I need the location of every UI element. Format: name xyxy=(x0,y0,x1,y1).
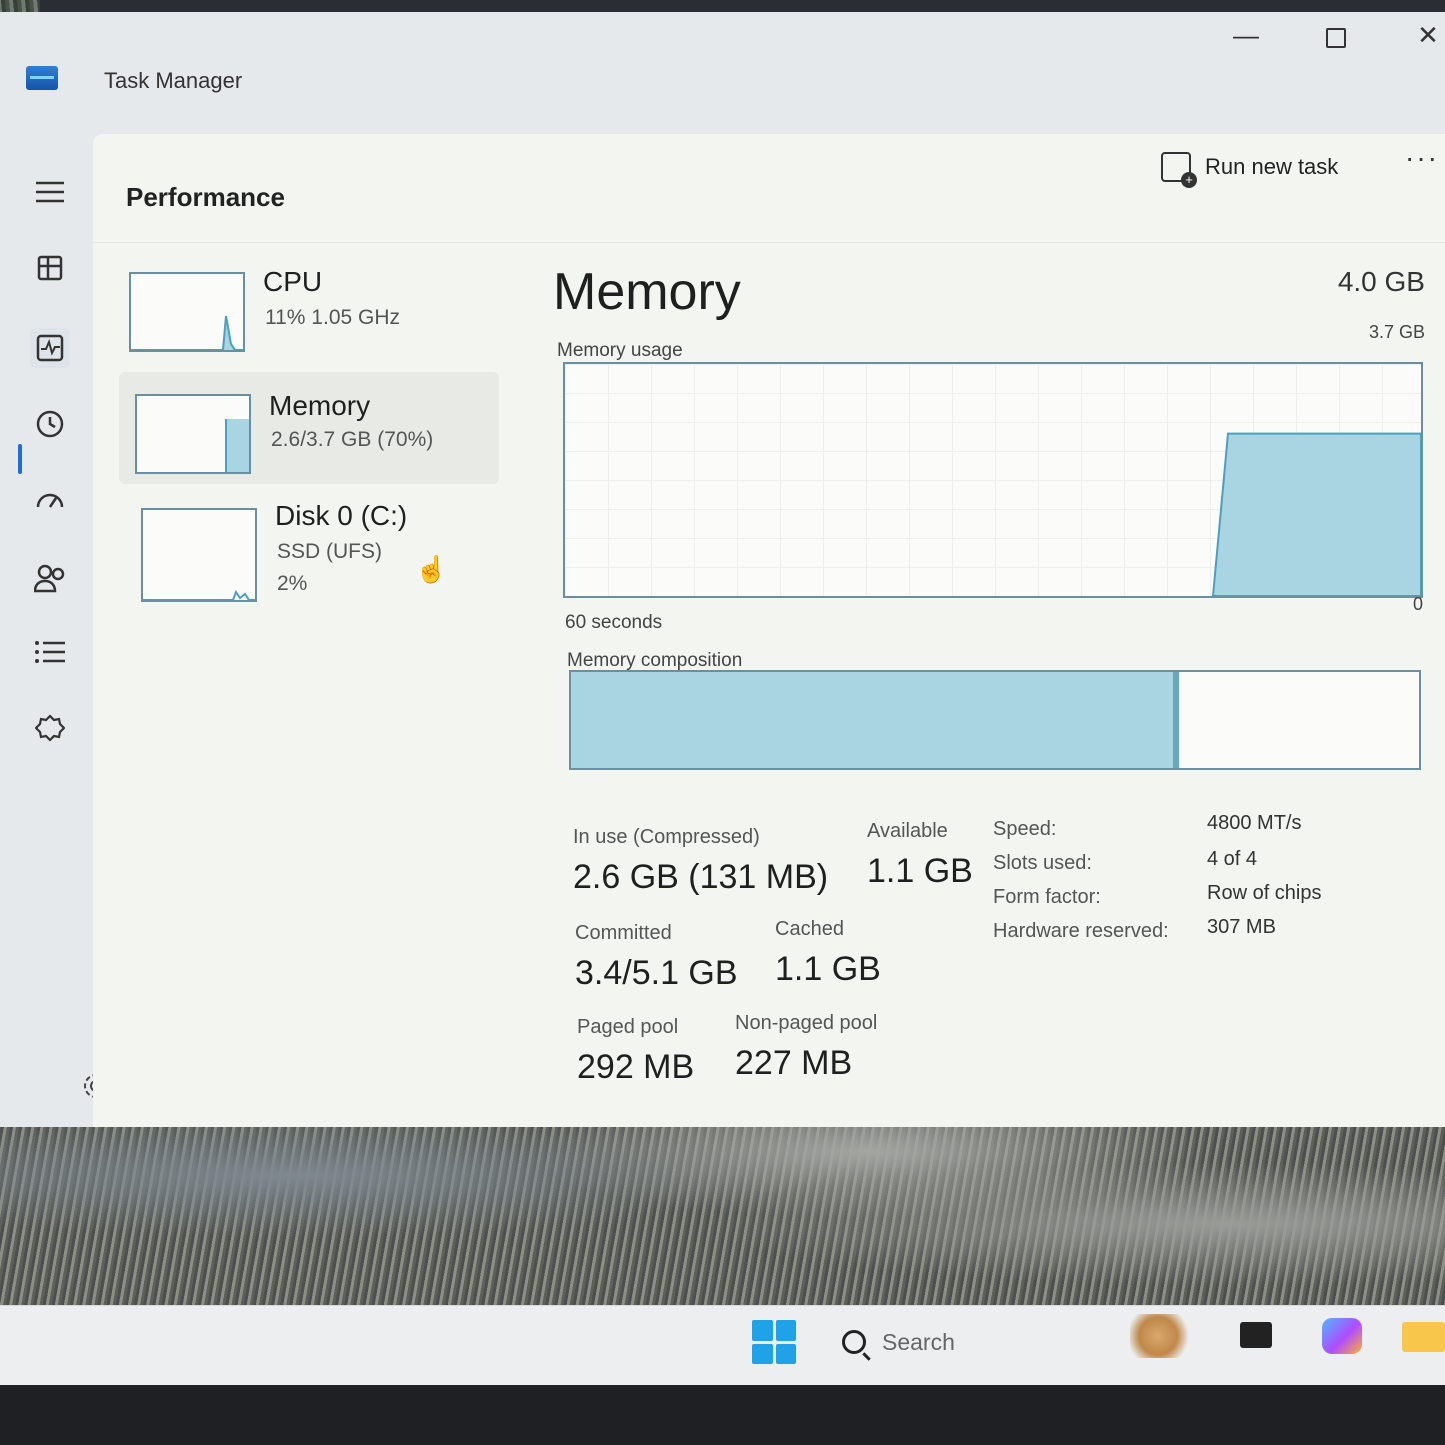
time-span-label: 60 seconds xyxy=(565,612,663,633)
perf-item-disk[interactable]: Disk 0 (C:) SSD (UFS) 2% xyxy=(119,496,499,606)
cpu-thumbnail-graph xyxy=(129,272,245,352)
taskbar: Search xyxy=(0,1305,1445,1386)
perf-item-name: Memory xyxy=(269,390,371,421)
task-manager-app-icon xyxy=(26,66,58,90)
in-use-value: 2.6 GB (131 MB) xyxy=(573,858,829,896)
app-title: Task Manager xyxy=(104,68,243,93)
non-paged-pool-value: 227 MB xyxy=(735,1044,853,1082)
graph-zero-label: 0 xyxy=(1412,594,1423,614)
nav-app-history[interactable] xyxy=(30,404,70,444)
perf-item-detail: 11% 1.05 GHz xyxy=(265,306,401,329)
active-nav-indicator xyxy=(18,444,22,474)
memory-usage-area-fill xyxy=(1211,432,1421,596)
processes-icon xyxy=(37,255,63,281)
spec-label-speed: Speed: xyxy=(993,818,1057,840)
disk-thumbnail-graph xyxy=(141,508,257,602)
non-paged-pool-label: Non-paged pool xyxy=(735,1012,878,1034)
disk-sparkline xyxy=(143,589,255,600)
title-bar: Task Manager — ✕ xyxy=(0,12,1445,122)
terminal-app-icon[interactable] xyxy=(1240,1322,1272,1348)
windows-start-icon xyxy=(752,1320,773,1341)
app-history-icon xyxy=(36,410,64,438)
file-explorer-icon[interactable] xyxy=(1402,1322,1445,1352)
windows-start-icon xyxy=(775,1320,796,1341)
cached-value: 1.1 GB xyxy=(775,950,881,988)
details-icon xyxy=(35,641,65,663)
perf-item-percent: 2% xyxy=(277,572,308,595)
memory-thumbnail-graph xyxy=(135,394,251,474)
windows-start-icon xyxy=(752,1343,773,1364)
memory-usage-graph xyxy=(563,362,1423,598)
screen-bezel xyxy=(0,1385,1445,1445)
more-options-button[interactable]: ··· xyxy=(1405,142,1439,174)
windows-start-button[interactable] xyxy=(752,1320,796,1364)
hamburger-menu-button[interactable] xyxy=(30,172,70,212)
close-button[interactable]: ✕ xyxy=(1408,20,1445,51)
nav-users[interactable] xyxy=(30,558,70,598)
maximize-icon xyxy=(1326,28,1346,48)
memory-usage-label: Memory usage xyxy=(557,340,683,361)
taskbar-search[interactable]: Search xyxy=(830,1316,1112,1368)
paged-pool-value: 292 MB xyxy=(577,1048,695,1086)
committed-value: 3.4/5.1 GB xyxy=(575,954,738,992)
committed-label: Committed xyxy=(575,922,672,944)
composition-modified-segment xyxy=(1173,672,1180,768)
memory-usage-max: 3.7 GB xyxy=(1368,322,1425,342)
spec-label-slots: Slots used: xyxy=(993,852,1092,874)
widgets-dog-icon[interactable] xyxy=(1130,1314,1200,1358)
spec-value-form-factor: Row of chips xyxy=(1207,882,1322,904)
run-task-icon xyxy=(1161,152,1197,188)
run-new-task-label: Run new task xyxy=(1205,154,1339,179)
composition-in-use-segment xyxy=(571,672,1174,768)
performance-page: Performance Run new task ··· CPU 11% 1.0… xyxy=(93,134,1445,1127)
run-new-task-button[interactable]: Run new task xyxy=(1161,152,1339,188)
spec-value-slots: 4 of 4 xyxy=(1207,848,1258,870)
windows-start-icon xyxy=(775,1343,796,1364)
search-icon xyxy=(842,1330,866,1354)
performance-icon xyxy=(36,334,64,362)
perf-item-name: CPU xyxy=(263,266,323,297)
spec-label-hardware-reserved: Hardware reserved: xyxy=(993,920,1169,942)
perf-item-detail: SSD (UFS) xyxy=(277,540,382,563)
perf-item-cpu[interactable]: CPU 11% 1.05 GHz xyxy=(119,262,499,362)
memory-thumbnail-fill xyxy=(225,418,249,472)
spec-value-hardware-reserved: 307 MB xyxy=(1207,916,1276,938)
minimize-button[interactable]: — xyxy=(1226,20,1266,51)
in-use-label: In use (Compressed) xyxy=(573,826,760,848)
spec-label-form-factor: Form factor: xyxy=(993,886,1101,908)
spec-value-speed: 4800 MT/s xyxy=(1207,812,1302,834)
nav-performance[interactable] xyxy=(30,328,70,368)
startup-icon xyxy=(36,493,64,508)
nav-startup-apps[interactable] xyxy=(30,480,70,520)
hamburger-icon xyxy=(36,181,64,203)
perf-item-memory[interactable]: Memory 2.6/3.7 GB (70%) xyxy=(119,372,499,484)
services-icon xyxy=(35,714,65,742)
available-value: 1.1 GB xyxy=(867,852,973,890)
hand-cursor-icon: ☝ xyxy=(415,554,448,584)
available-label: Available xyxy=(867,820,948,842)
header-divider xyxy=(93,242,1445,243)
paged-pool-label: Paged pool xyxy=(577,1016,679,1038)
nav-services[interactable] xyxy=(30,708,70,748)
perf-item-name: Disk 0 (C:) xyxy=(275,500,408,531)
memory-composition-label: Memory composition xyxy=(567,650,743,671)
page-title: Performance xyxy=(126,182,285,212)
nav-processes[interactable] xyxy=(30,248,70,288)
memory-composition-bar xyxy=(569,670,1421,770)
users-icon xyxy=(34,564,65,593)
navigation-rail xyxy=(0,122,95,1127)
task-manager-window: Task Manager — ✕ Performance + Run new t… xyxy=(0,12,1445,1127)
nav-details[interactable] xyxy=(30,632,70,672)
perf-item-detail: 2.6/3.7 GB (70%) xyxy=(271,428,434,451)
cpu-sparkline xyxy=(131,315,243,350)
memory-usage-area xyxy=(1211,432,1421,596)
maximize-button[interactable] xyxy=(1316,20,1356,55)
memory-heading: Memory xyxy=(553,263,741,321)
memory-total: 4.0 GB xyxy=(1337,266,1425,297)
search-placeholder: Search xyxy=(882,1328,955,1355)
copilot-app-icon[interactable] xyxy=(1322,1318,1362,1354)
cached-label: Cached xyxy=(775,918,844,940)
